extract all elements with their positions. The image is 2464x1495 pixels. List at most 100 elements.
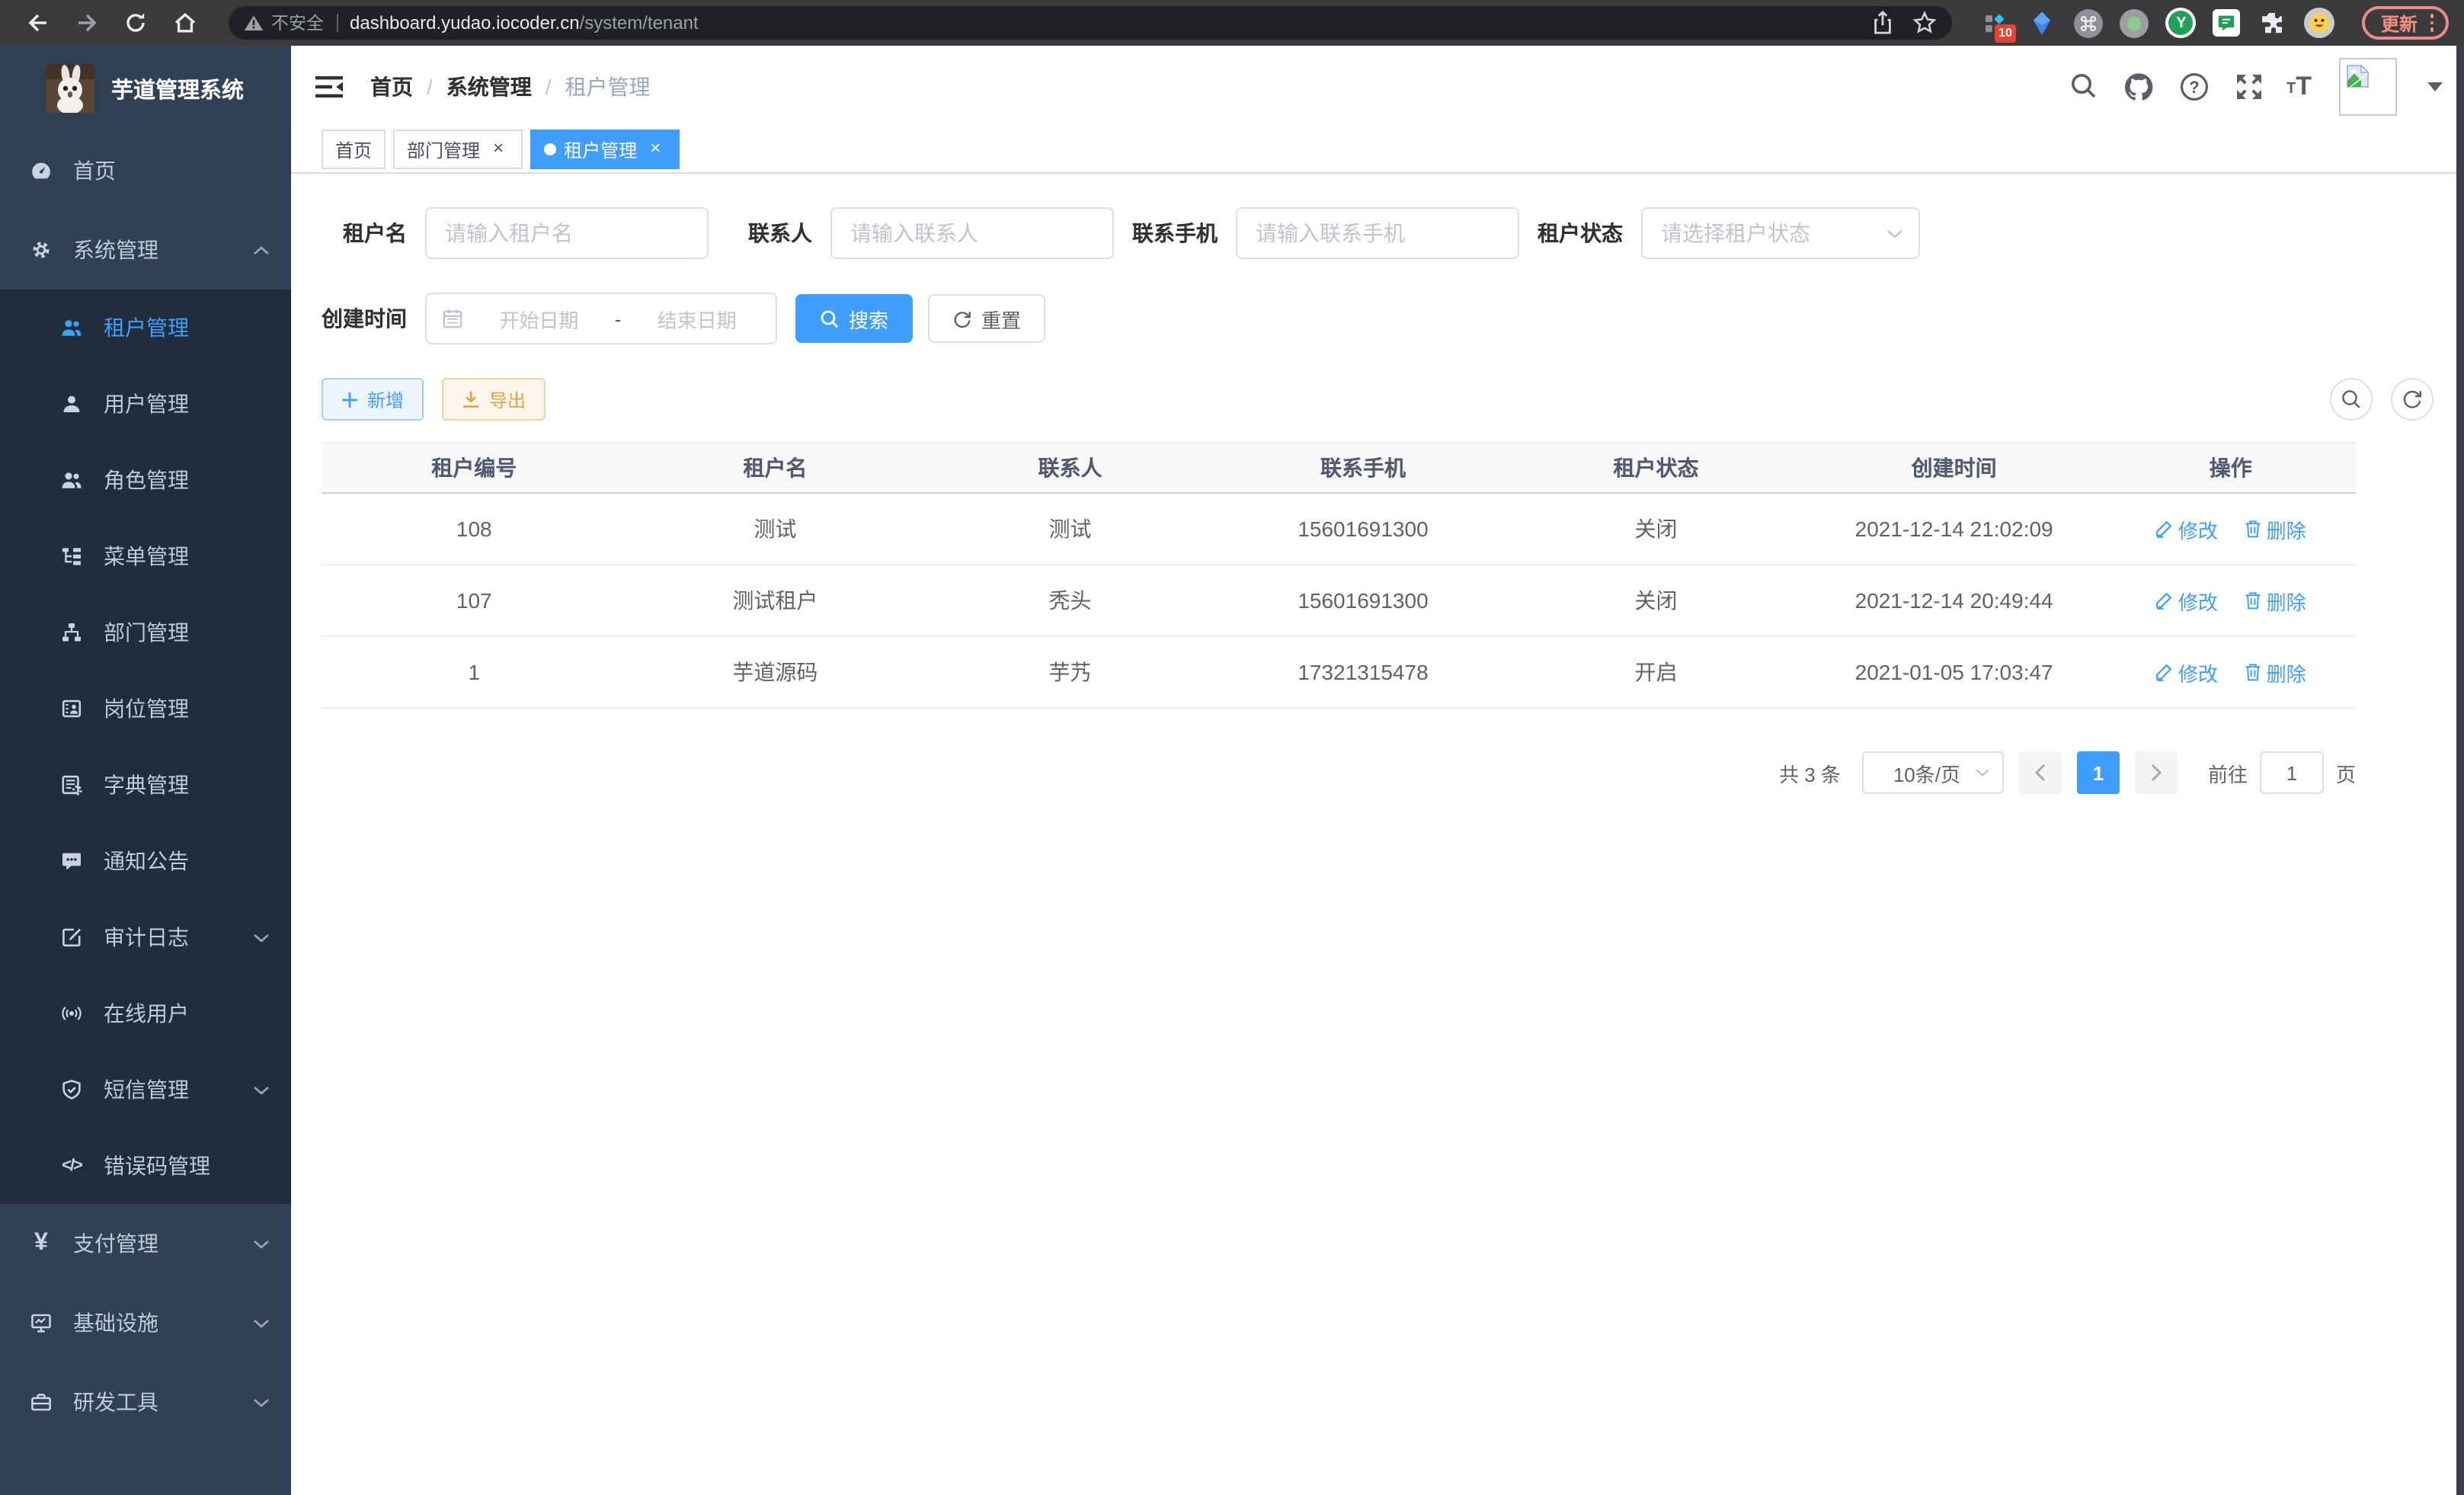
sidebar-item-dev-tools[interactable]: 研发工具 bbox=[0, 1362, 291, 1442]
sidebar-item-dict[interactable]: 字典管理 bbox=[0, 747, 291, 823]
sidebar-item-dept[interactable]: 部门管理 bbox=[0, 594, 291, 671]
breadcrumb-current: 租户管理 bbox=[565, 71, 651, 101]
contact-input[interactable] bbox=[830, 207, 1114, 259]
breadcrumb-system[interactable]: 系统管理 bbox=[446, 71, 532, 101]
bookmark-star-icon[interactable] bbox=[1913, 11, 1938, 35]
browser-forward-button[interactable] bbox=[67, 3, 107, 43]
cell-mobile: 15601691300 bbox=[1217, 493, 1509, 565]
trash-icon bbox=[2245, 591, 2262, 610]
extension-tabs-icon[interactable]: 10 bbox=[1980, 8, 2011, 38]
table-header-row: 租户编号 租户名 联系人 联系手机 租户状态 创建时间 操作 bbox=[322, 443, 2356, 493]
col-contact: 联系人 bbox=[923, 443, 1216, 493]
security-indicator[interactable]: 不安全 bbox=[244, 11, 324, 35]
sidebar-item-post[interactable]: 岗位管理 bbox=[0, 671, 291, 747]
extension-command-icon[interactable] bbox=[2075, 8, 2104, 37]
status-select[interactable]: 请选择租户状态 bbox=[1641, 207, 1920, 259]
delete-link[interactable]: 删除 bbox=[2245, 586, 2306, 615]
sidebar-item-sms[interactable]: 短信管理 bbox=[0, 1052, 291, 1128]
cell-actions: 修改 删除 bbox=[2106, 493, 2356, 565]
add-button[interactable]: 新增 bbox=[322, 378, 424, 421]
sidebar-item-online-users[interactable]: 在线用户 bbox=[0, 975, 291, 1052]
status-label: 租户状态 bbox=[1538, 218, 1623, 248]
page-size-select[interactable]: 10条/页 bbox=[1862, 751, 2004, 794]
sidebar-item-tenant[interactable]: 租户管理 bbox=[0, 290, 291, 366]
close-icon[interactable] bbox=[645, 139, 666, 160]
screen: 不安全 dashboard.yudao.iocoder.cn/system/te… bbox=[0, 0, 2464, 1495]
address-bar[interactable]: 不安全 dashboard.yudao.iocoder.cn/system/te… bbox=[229, 6, 1953, 40]
extension-emoji-avatar[interactable] bbox=[2305, 8, 2335, 38]
browser-menu-icon[interactable] bbox=[2427, 11, 2437, 35]
table-toolbar: 新增 导出 bbox=[322, 378, 2434, 421]
sidebar-logo[interactable]: 芋道管理系统 bbox=[0, 46, 291, 131]
browser-home-button[interactable] bbox=[165, 3, 204, 43]
extensions-tray: 10 Y bbox=[1980, 8, 2335, 38]
extensions-puzzle-icon[interactable] bbox=[2258, 8, 2288, 38]
avatar-dropdown-caret[interactable] bbox=[2427, 82, 2443, 91]
goto-page-input[interactable] bbox=[2260, 751, 2324, 794]
top-navbar: 首页 / 系统管理 / 租户管理 ? TT bbox=[291, 46, 2464, 126]
date-range-picker[interactable]: 开始日期 - 结束日期 bbox=[425, 293, 777, 344]
browser-reload-button[interactable] bbox=[116, 3, 155, 43]
sidebar-toggle-button[interactable] bbox=[315, 74, 343, 98]
sidebar-item-user[interactable]: 用户管理 bbox=[0, 366, 291, 442]
share-icon[interactable] bbox=[1872, 11, 1895, 35]
edit-link[interactable]: 修改 bbox=[2155, 514, 2218, 543]
edit-link[interactable]: 修改 bbox=[2155, 658, 2218, 687]
prev-page-button[interactable] bbox=[2019, 751, 2062, 794]
date-separator: - bbox=[615, 307, 622, 330]
delete-link[interactable]: 删除 bbox=[2245, 658, 2306, 687]
home-icon bbox=[171, 11, 197, 35]
sidebar-item-audit-log[interactable]: 审计日志 bbox=[0, 899, 291, 975]
tag-home[interactable]: 首页 bbox=[322, 130, 386, 169]
close-icon[interactable] bbox=[488, 139, 509, 160]
browser-back-button[interactable] bbox=[18, 3, 58, 43]
edit-link[interactable]: 修改 bbox=[2155, 586, 2218, 615]
users-icon bbox=[61, 317, 82, 338]
search-button[interactable]: 搜索 bbox=[795, 294, 913, 343]
cell-contact: 秃头 bbox=[923, 565, 1216, 636]
fullscreen-icon[interactable] bbox=[2232, 69, 2265, 103]
breadcrumb-home[interactable]: 首页 bbox=[370, 71, 413, 101]
show-search-toggle-button[interactable] bbox=[2330, 378, 2373, 421]
next-page-button[interactable] bbox=[2135, 751, 2178, 794]
chevron-left-icon bbox=[2034, 764, 2046, 782]
sidebar-item-pay[interactable]: ¥ 支付管理 bbox=[0, 1204, 291, 1283]
sidebar-item-menu[interactable]: 菜单管理 bbox=[0, 518, 291, 594]
extension-balloon-icon[interactable] bbox=[2027, 8, 2058, 38]
monitor-icon bbox=[30, 1312, 52, 1333]
cell-status: 关闭 bbox=[1509, 565, 1802, 636]
avatar[interactable] bbox=[2339, 57, 2397, 115]
help-icon[interactable]: ? bbox=[2177, 69, 2210, 103]
sidebar-item-infra[interactable]: 基础设施 bbox=[0, 1283, 291, 1362]
url-text[interactable]: dashboard.yudao.iocoder.cn/system/tenant bbox=[350, 12, 1860, 34]
plus-icon bbox=[341, 391, 358, 408]
refresh-table-button[interactable] bbox=[2391, 378, 2434, 421]
sidebar-item-role[interactable]: 角色管理 bbox=[0, 442, 291, 518]
chevron-right-icon bbox=[2150, 764, 2162, 782]
tenant-name-input[interactable] bbox=[425, 207, 709, 259]
reset-button[interactable]: 重置 bbox=[928, 294, 1045, 343]
tag-tenant[interactable]: 租户管理 bbox=[530, 130, 680, 169]
tag-dept[interactable]: 部门管理 bbox=[393, 130, 523, 169]
contact-label: 联系人 bbox=[727, 218, 812, 248]
window-scrollbar-edge[interactable] bbox=[2456, 46, 2464, 1495]
goto-label: 前往 bbox=[2208, 758, 2248, 787]
page-number-1[interactable]: 1 bbox=[2077, 751, 2120, 794]
github-icon[interactable] bbox=[2122, 69, 2155, 103]
mobile-input[interactable] bbox=[1236, 207, 1519, 259]
extension-chat-icon[interactable] bbox=[2213, 9, 2241, 37]
cell-tenant-id: 107 bbox=[322, 565, 627, 636]
extension-y-icon[interactable]: Y bbox=[2166, 8, 2197, 38]
sidebar-item-error-code[interactable]: </> 错误码管理 bbox=[0, 1128, 291, 1204]
delete-link[interactable]: 删除 bbox=[2245, 514, 2306, 543]
chevron-up-icon bbox=[253, 245, 270, 255]
export-button[interactable]: 导出 bbox=[442, 378, 546, 421]
page-content: 租户名 联系人 联系手机 租户状态 请选择租户状态 bbox=[291, 174, 2464, 1495]
sidebar-item-home[interactable]: 首页 bbox=[0, 131, 291, 210]
sidebar-item-notice[interactable]: 通知公告 bbox=[0, 823, 291, 899]
font-size-icon[interactable]: TT bbox=[2286, 73, 2312, 99]
extension-green-dot-icon[interactable] bbox=[2120, 8, 2149, 37]
sidebar-item-system[interactable]: 系统管理 bbox=[0, 210, 291, 290]
header-search-button[interactable] bbox=[2067, 69, 2101, 103]
browser-update-button[interactable]: 更新 bbox=[2363, 6, 2449, 40]
